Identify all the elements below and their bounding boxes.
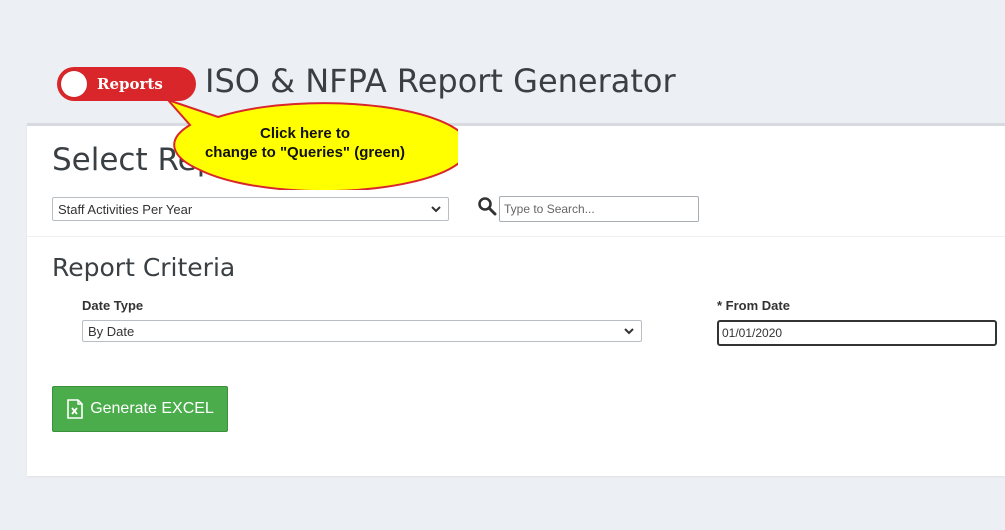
search-input[interactable] (499, 196, 699, 222)
report-criteria-title: Report Criteria (52, 253, 236, 282)
toggle-label: Reports (97, 75, 163, 93)
date-type-value: By Date (88, 323, 135, 339)
date-type-select[interactable]: By Date (82, 320, 642, 342)
generate-excel-button[interactable]: Generate EXCEL (52, 386, 228, 432)
chevron-down-icon (431, 206, 441, 213)
date-type-label: Date Type (82, 298, 144, 313)
chevron-down-icon (624, 328, 634, 335)
search-icon[interactable] (477, 196, 497, 216)
callout-line-1: Click here to (259, 125, 351, 142)
toggle-knob[interactable] (61, 71, 87, 97)
section-divider (27, 236, 1005, 237)
report-select[interactable]: Staff Activities Per Year (52, 197, 449, 221)
generate-excel-label: Generate EXCEL (90, 400, 214, 417)
callout-line-2: change to "Queries" (green) (204, 144, 406, 161)
excel-file-icon (67, 399, 83, 419)
page: Reports ISO & NFPA Report Generator Sele… (0, 0, 1005, 530)
report-select-value: Staff Activities Per Year (58, 201, 193, 217)
from-date-label: * From Date (717, 298, 790, 313)
callout-text: Click here to change to "Queries" (green… (175, 124, 435, 162)
from-date-input[interactable] (717, 320, 997, 346)
